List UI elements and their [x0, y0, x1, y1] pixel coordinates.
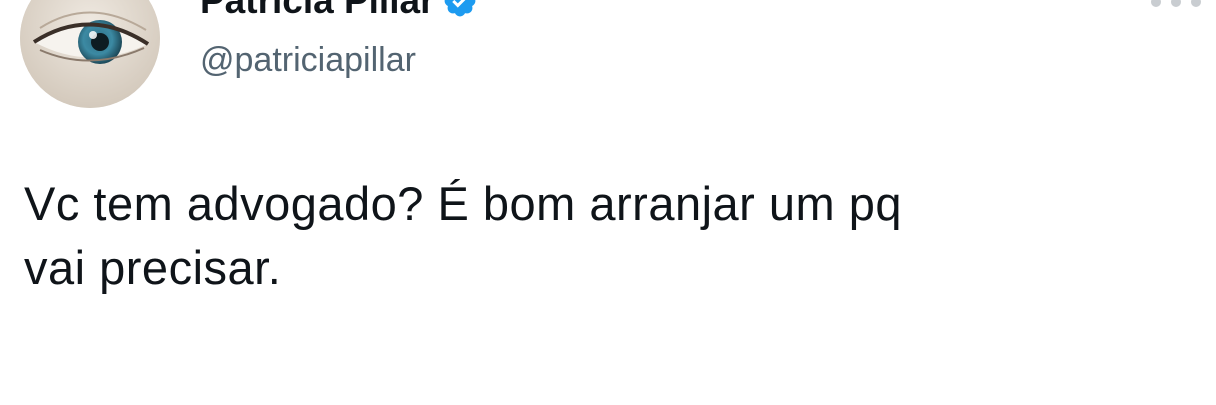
verified-badge-icon — [445, 0, 476, 17]
author-name-row[interactable]: Patricia Pillar — [200, 0, 478, 26]
eye-photo-icon — [20, 0, 160, 108]
tweet-card: Patricia Pillar @patriciapillar Vc tem a… — [0, 0, 1216, 405]
more-options-icon[interactable] — [1144, 0, 1208, 14]
tweet-text: Vc tem advogado? É bom arranjar um pq va… — [24, 177, 903, 294]
author-display-name[interactable]: Patricia Pillar — [200, 0, 434, 26]
author-handle[interactable]: @patriciapillar — [200, 38, 416, 82]
avatar[interactable] — [20, 0, 160, 108]
